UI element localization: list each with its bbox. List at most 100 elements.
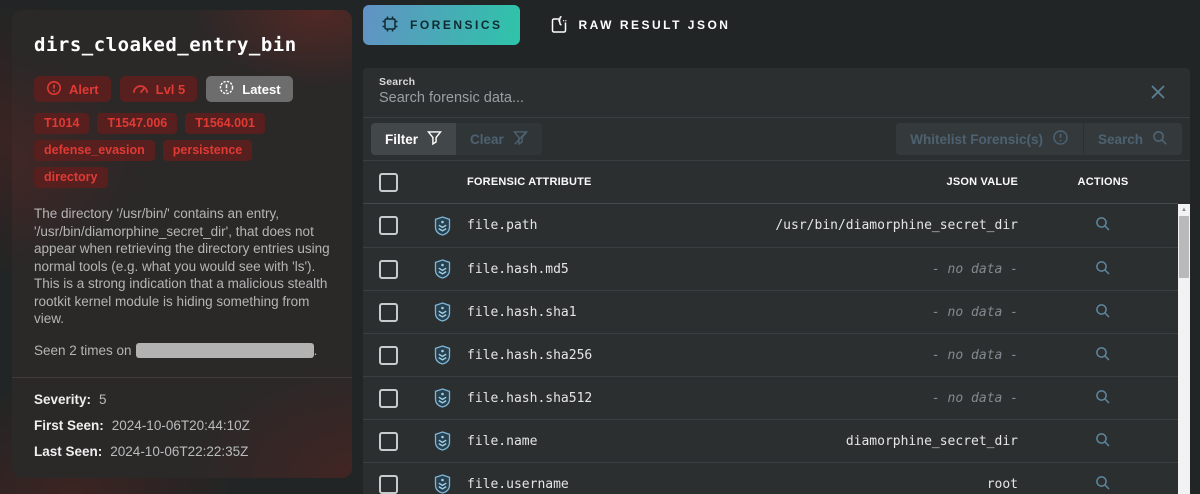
row-checkbox[interactable] — [379, 388, 398, 408]
row-checkbox[interactable] — [379, 216, 398, 235]
row-checkbox[interactable] — [379, 474, 398, 494]
table-body: file.path /usr/bin/diamorphine_secret_di… — [363, 204, 1178, 494]
table-row: file.hash.sha1 - no data - — [363, 290, 1178, 333]
inspect-value-button[interactable] — [1093, 344, 1113, 367]
forensic-attribute: file.hash.md5 — [467, 261, 569, 277]
exclamation-circle-icon — [1052, 129, 1069, 149]
tag-chip: T1564.001 — [185, 113, 266, 134]
divider — [12, 377, 352, 379]
col-actions: ACTIONS — [1077, 176, 1129, 188]
whitelist-forensics-label: Whitelist Forensic(s) — [910, 131, 1043, 147]
search-section: Search — [363, 68, 1190, 118]
inspect-value-button[interactable] — [1093, 430, 1113, 453]
alert-detail-panel: dirs_cloaked_entry_bin Alert Lvl 5 Lates… — [12, 10, 352, 478]
table-row: file.hash.sha256 - no data - — [363, 333, 1178, 376]
tags: T1014 T1547.006 T1564.001 defense_evasion pe… — [34, 113, 330, 188]
funnel-slash-icon — [512, 130, 528, 149]
inspect-value-button[interactable] — [1093, 214, 1113, 237]
first-seen-row: First Seen: 2024-10-06T20:44:10Z — [34, 418, 330, 433]
seen-suffix: . — [313, 342, 318, 358]
forensic-attribute: file.name — [467, 433, 538, 449]
scrollbar-up-arrow[interactable]: ▲ — [1178, 204, 1190, 213]
table-search-button[interactable]: Search — [1083, 123, 1182, 155]
tab-raw-result-json-label: RAW RESULT JSON — [578, 18, 731, 32]
table-search-label: Search — [1097, 131, 1143, 147]
shield-rank-icon — [419, 302, 465, 322]
col-forensic-attribute: FORENSIC ATTRIBUTE — [467, 176, 592, 188]
table-header: FORENSIC ATTRIBUTE JSON VALUE ACTIONS — [363, 161, 1178, 204]
forensic-attribute: file.hash.sha512 — [467, 390, 593, 406]
inspect-value-button[interactable] — [1093, 258, 1113, 281]
level-badge: Lvl 5 — [119, 76, 198, 102]
last-seen-row: Last Seen: 2024-10-06T22:22:35Z — [34, 444, 330, 459]
clear-button-label: Clear — [470, 131, 504, 147]
clear-button[interactable]: Clear — [456, 123, 542, 155]
tag-chip: T1014 — [34, 113, 90, 134]
latest-badge-label: Latest — [242, 81, 281, 97]
table-row: file.path /usr/bin/diamorphine_secret_di… — [363, 204, 1178, 247]
search-icon — [1152, 130, 1168, 149]
tag-chip: directory — [34, 167, 108, 188]
tab-raw-result-json[interactable]: RAW RESULT JSON — [532, 5, 748, 45]
row-checkbox[interactable] — [379, 431, 398, 451]
gauge-icon — [132, 81, 149, 98]
inspect-value-button[interactable] — [1093, 301, 1113, 324]
json-value: - no data - — [931, 304, 1018, 320]
severity-row: Severity: 5 — [34, 392, 330, 407]
last-seen-label: Last Seen: — [34, 444, 103, 460]
col-json-value: JSON VALUE — [946, 176, 1018, 188]
row-checkbox[interactable] — [379, 345, 398, 365]
seen-line: Seen 2 times on. — [34, 343, 330, 359]
forensic-attribute: file.hash.sha1 — [467, 304, 577, 320]
shield-rank-icon — [419, 388, 465, 408]
inspect-value-button[interactable] — [1093, 473, 1113, 494]
shield-rank-icon — [419, 215, 465, 236]
filter-button[interactable]: Filter — [371, 123, 457, 155]
scrollbar-thumb[interactable] — [1179, 216, 1189, 278]
forensic-attribute: file.path — [467, 218, 538, 233]
scan-frame-icon — [380, 14, 400, 37]
last-seen-value: 2024-10-06T22:22:35Z — [110, 444, 249, 460]
json-value: - no data - — [931, 261, 1018, 277]
badge-row: Alert Lvl 5 Latest — [34, 76, 330, 102]
tag-chip: persistence — [162, 140, 253, 161]
whitelist-forensics-button[interactable]: Whitelist Forensic(s) — [896, 123, 1083, 155]
alert-badge: Alert — [34, 76, 111, 102]
filter-group: Filter Clear — [371, 123, 542, 155]
details-section: Severity: 5 First Seen: 2024-10-06T20:44… — [34, 392, 330, 459]
table-row: file.hash.md5 - no data - — [363, 247, 1178, 290]
json-value: root — [986, 476, 1018, 492]
funnel-icon — [426, 130, 443, 149]
filter-button-label: Filter — [385, 131, 419, 147]
forensic-attribute: file.hash.sha256 — [467, 347, 593, 363]
table-row: file.name diamorphine_secret_dir — [363, 419, 1178, 462]
table-toolbar: Filter Clear Whitelist Forensic(s) Searc… — [363, 118, 1190, 161]
search-label: Search — [379, 76, 416, 88]
json-braces-icon — [549, 14, 569, 37]
shield-rank-icon — [419, 474, 465, 494]
alert-description: The directory '/usr/bin/' contains an en… — [34, 206, 330, 326]
first-seen-label: First Seen: — [34, 418, 104, 434]
table-scrollbar[interactable]: ▲ — [1178, 204, 1190, 494]
severity-label: Severity: — [34, 392, 92, 408]
first-seen-value: 2024-10-06T20:44:10Z — [111, 418, 250, 434]
json-value: /usr/bin/diamorphine_secret_dir — [775, 218, 1018, 233]
row-checkbox[interactable] — [379, 302, 398, 322]
seal-icon — [218, 79, 235, 99]
json-value: diamorphine_secret_dir — [845, 433, 1018, 449]
alert-badge-label: Alert — [69, 81, 99, 97]
alert-circle-icon — [46, 80, 62, 99]
inspect-value-button[interactable] — [1093, 387, 1113, 410]
row-checkbox[interactable] — [379, 259, 398, 279]
forensics-table: FORENSIC ATTRIBUTE JSON VALUE ACTIONS fi… — [363, 161, 1178, 494]
forensic-attribute: file.username — [467, 476, 569, 492]
select-all-checkbox[interactable] — [379, 172, 398, 192]
tab-forensics[interactable]: FORENSICS — [363, 5, 520, 45]
tag-chip: T1547.006 — [97, 113, 178, 134]
shield-rank-icon — [419, 431, 465, 451]
close-icon[interactable] — [1148, 82, 1168, 102]
level-badge-label: Lvl 5 — [155, 81, 186, 97]
search-input[interactable] — [379, 90, 1079, 106]
table-row: file.username root — [363, 462, 1178, 494]
tab-forensics-label: FORENSICS — [410, 18, 503, 32]
